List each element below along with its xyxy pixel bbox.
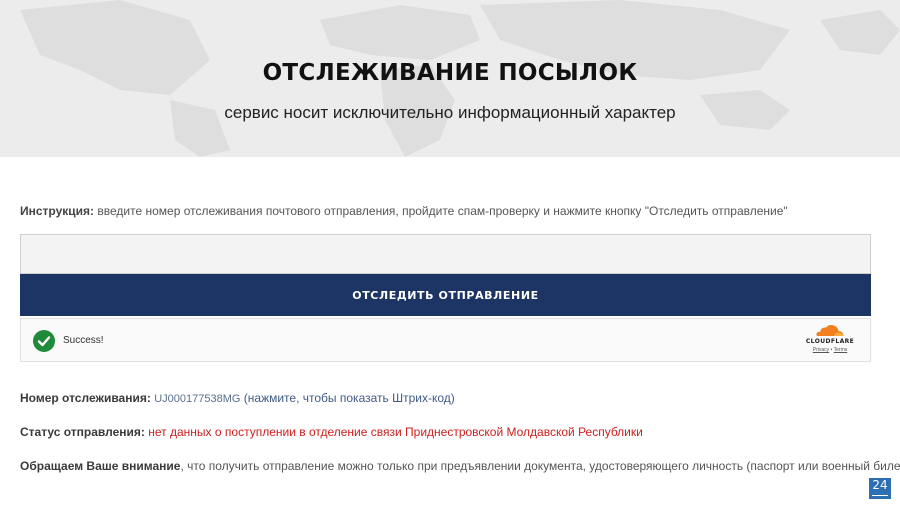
- tracking-number-value: UJ000177538MG: [154, 393, 241, 405]
- hero-banner: ОТСЛЕЖИВАНИЕ ПОСЫЛОК сервис носит исключ…: [0, 0, 900, 157]
- shipment-status-row: Статус отправления: нет данных о поступл…: [20, 425, 643, 439]
- terms-link[interactable]: Terms: [834, 347, 848, 353]
- channel-24-badge: 24: [868, 477, 892, 500]
- cloudflare-wordmark: CLOUDFLARE: [805, 338, 855, 345]
- track-shipment-button[interactable]: ОТСЛЕДИТЬ ОТПРАВЛЕНИЕ: [20, 274, 871, 316]
- instruction-label: Инструкция:: [20, 204, 95, 218]
- shipment-status-label: Статус отправления:: [20, 425, 145, 439]
- tracking-number-row: Номер отслеживания: UJ000177538MG (нажми…: [20, 391, 455, 405]
- privacy-link[interactable]: Privacy: [813, 347, 829, 353]
- notice-label: Обращаем Ваше внимание: [20, 459, 181, 473]
- cloudflare-turnstile-widget[interactable]: Success! CLOUDFLARE Privacy • Terms: [20, 318, 871, 362]
- instruction-text: Инструкция: введите номер отслеживания п…: [20, 204, 788, 218]
- check-circle-icon: [33, 330, 55, 352]
- shipment-status-value: нет данных о поступлении в отделение свя…: [148, 425, 643, 439]
- tracking-number-label: Номер отслеживания:: [20, 391, 151, 405]
- captcha-status-text: Success!: [63, 335, 104, 346]
- page-title: ОТСЛЕЖИВАНИЕ ПОСЫЛОК: [262, 60, 638, 86]
- notice-row: Обращаем Ваше внимание, что получить отп…: [20, 459, 900, 473]
- tracking-number-input[interactable]: [20, 234, 871, 274]
- page-subtitle: сервис носит исключительно информационны…: [224, 103, 676, 122]
- cloudflare-cloud-icon: [816, 325, 844, 336]
- show-barcode-link[interactable]: (нажмите, чтобы показать Штрих-код): [244, 391, 455, 405]
- cloudflare-links: Privacy • Terms: [800, 347, 860, 353]
- notice-text: , что получить отправление можно только …: [180, 459, 900, 473]
- cloudflare-logo: CLOUDFLARE Privacy • Terms: [800, 324, 860, 358]
- link-separator: •: [830, 347, 833, 353]
- instruction-body: введите номер отслеживания почтового отп…: [94, 204, 788, 218]
